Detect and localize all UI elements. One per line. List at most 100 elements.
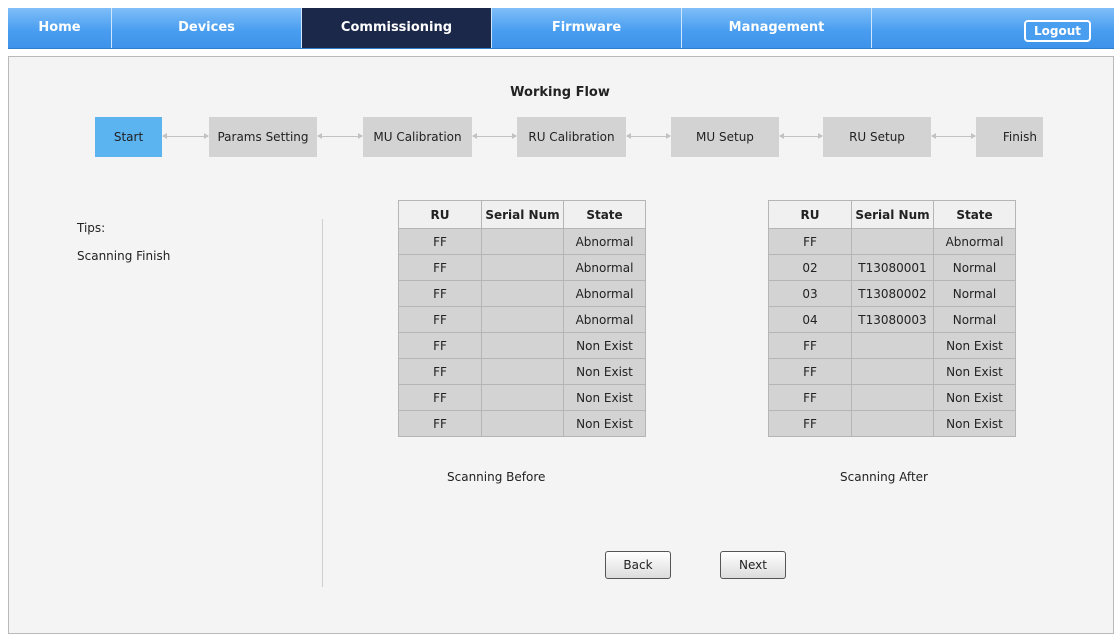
column-header-state: State xyxy=(933,200,1016,229)
nav-tab-commissioning[interactable]: Commissioning xyxy=(302,8,492,48)
step-arrow-icon xyxy=(931,133,976,139)
logout-button[interactable]: Logout xyxy=(1024,20,1091,42)
table-row: FF Non Exist xyxy=(398,410,646,437)
serial-cell: T13080001 xyxy=(851,254,934,281)
ru-cell: FF xyxy=(398,254,482,281)
ru-cell: FF xyxy=(398,384,482,411)
table-row: FF Non Exist xyxy=(768,410,1016,437)
working-flow-title: Working Flow xyxy=(510,85,610,100)
ru-cell: FF xyxy=(768,358,852,385)
step-mu-setup: MU Setup xyxy=(671,117,779,157)
table-row: FF Non Exist xyxy=(398,384,646,411)
table-row: FF Abnormal xyxy=(398,228,646,255)
scanning-after-table: RU Serial Num State FF Abnormal 02 T130800… xyxy=(768,200,1016,437)
step-arrow-icon xyxy=(626,133,671,139)
nav-tab-firmware[interactable]: Firmware xyxy=(492,8,682,48)
step-arrow-icon xyxy=(779,133,823,139)
step-arrow-icon xyxy=(472,133,517,139)
ru-cell: FF xyxy=(398,228,482,255)
serial-cell xyxy=(481,254,564,281)
nav-tab-devices[interactable]: Devices xyxy=(112,8,302,48)
state-cell: Non Exist xyxy=(933,384,1016,411)
serial-cell xyxy=(481,384,564,411)
ru-cell: FF xyxy=(398,306,482,333)
serial-cell xyxy=(851,332,934,359)
next-button[interactable]: Next xyxy=(720,551,786,579)
serial-cell xyxy=(481,228,564,255)
state-cell: Non Exist xyxy=(933,332,1016,359)
state-cell: Abnormal xyxy=(933,228,1016,255)
serial-cell xyxy=(481,306,564,333)
table-row: FF Abnormal xyxy=(398,306,646,333)
ru-cell: FF xyxy=(398,280,482,307)
state-cell: Non Exist xyxy=(933,410,1016,437)
table-row: 02 T13080001 Normal xyxy=(768,254,1016,281)
state-cell: Non Exist xyxy=(563,332,646,359)
ru-cell: 02 xyxy=(768,254,852,281)
serial-cell xyxy=(481,358,564,385)
table-row: FF Non Exist xyxy=(768,358,1016,385)
state-cell: Non Exist xyxy=(933,358,1016,385)
column-header-ru: RU xyxy=(768,200,852,229)
table-row: FF Abnormal xyxy=(398,280,646,307)
scanning-before-caption: Scanning Before xyxy=(447,470,546,484)
state-cell: Abnormal xyxy=(563,254,646,281)
top-nav-bar: Home Devices Commissioning Firmware Mana… xyxy=(8,8,1114,49)
scanning-after-caption: Scanning After xyxy=(840,470,928,484)
table-row: FF Abnormal xyxy=(768,228,1016,255)
column-header-ru: RU xyxy=(398,200,482,229)
ru-cell: FF xyxy=(398,332,482,359)
table-row: FF Non Exist xyxy=(768,332,1016,359)
ru-cell: FF xyxy=(768,384,852,411)
table-row: FF Abnormal xyxy=(398,254,646,281)
step-params-setting: Params Setting xyxy=(209,117,317,157)
state-cell: Normal xyxy=(933,306,1016,333)
main-content: Working Flow Start Params Setting MU Cal… xyxy=(8,56,1114,634)
step-arrow-icon xyxy=(317,133,363,139)
ru-cell: FF xyxy=(398,358,482,385)
scanning-before-table: RU Serial Num State FF Abnormal FF Abnorma… xyxy=(398,200,646,437)
nav-tab-home[interactable]: Home xyxy=(8,8,112,48)
tips-label: Tips: xyxy=(77,221,106,235)
serial-cell: T13080002 xyxy=(851,280,934,307)
state-cell: Abnormal xyxy=(563,306,646,333)
nav-tab-management[interactable]: Management xyxy=(682,8,872,48)
state-cell: Non Exist xyxy=(563,410,646,437)
ru-cell: 03 xyxy=(768,280,852,307)
ru-cell: 04 xyxy=(768,306,852,333)
table-row: 03 T13080002 Normal xyxy=(768,280,1016,307)
step-arrow-icon xyxy=(162,133,209,139)
serial-cell xyxy=(481,332,564,359)
state-cell: Abnormal xyxy=(563,280,646,307)
state-cell: Abnormal xyxy=(563,228,646,255)
step-ru-setup: RU Setup xyxy=(823,117,931,157)
serial-cell: T13080003 xyxy=(851,306,934,333)
ru-cell: FF xyxy=(768,332,852,359)
state-cell: Non Exist xyxy=(563,384,646,411)
back-button[interactable]: Back xyxy=(605,551,671,579)
step-finish: Finish xyxy=(976,117,1043,157)
serial-cell xyxy=(851,228,934,255)
serial-cell xyxy=(851,410,934,437)
tips-message: Scanning Finish xyxy=(77,249,171,263)
ru-cell: FF xyxy=(398,410,482,437)
ru-cell: FF xyxy=(768,410,852,437)
state-cell: Non Exist xyxy=(563,358,646,385)
step-mu-calibration: MU Calibration xyxy=(363,117,472,157)
vertical-divider xyxy=(322,219,323,587)
ru-cell: FF xyxy=(768,228,852,255)
serial-cell xyxy=(851,384,934,411)
column-header-serial-num: Serial Num xyxy=(481,200,564,229)
column-header-state: State xyxy=(563,200,646,229)
table-row: FF Non Exist xyxy=(768,384,1016,411)
column-header-serial-num: Serial Num xyxy=(851,200,934,229)
step-ru-calibration: RU Calibration xyxy=(517,117,626,157)
serial-cell xyxy=(481,280,564,307)
step-start: Start xyxy=(95,117,162,157)
table-row: FF Non Exist xyxy=(398,332,646,359)
serial-cell xyxy=(851,358,934,385)
state-cell: Normal xyxy=(933,280,1016,307)
table-row: FF Non Exist xyxy=(398,358,646,385)
serial-cell xyxy=(481,410,564,437)
state-cell: Normal xyxy=(933,254,1016,281)
